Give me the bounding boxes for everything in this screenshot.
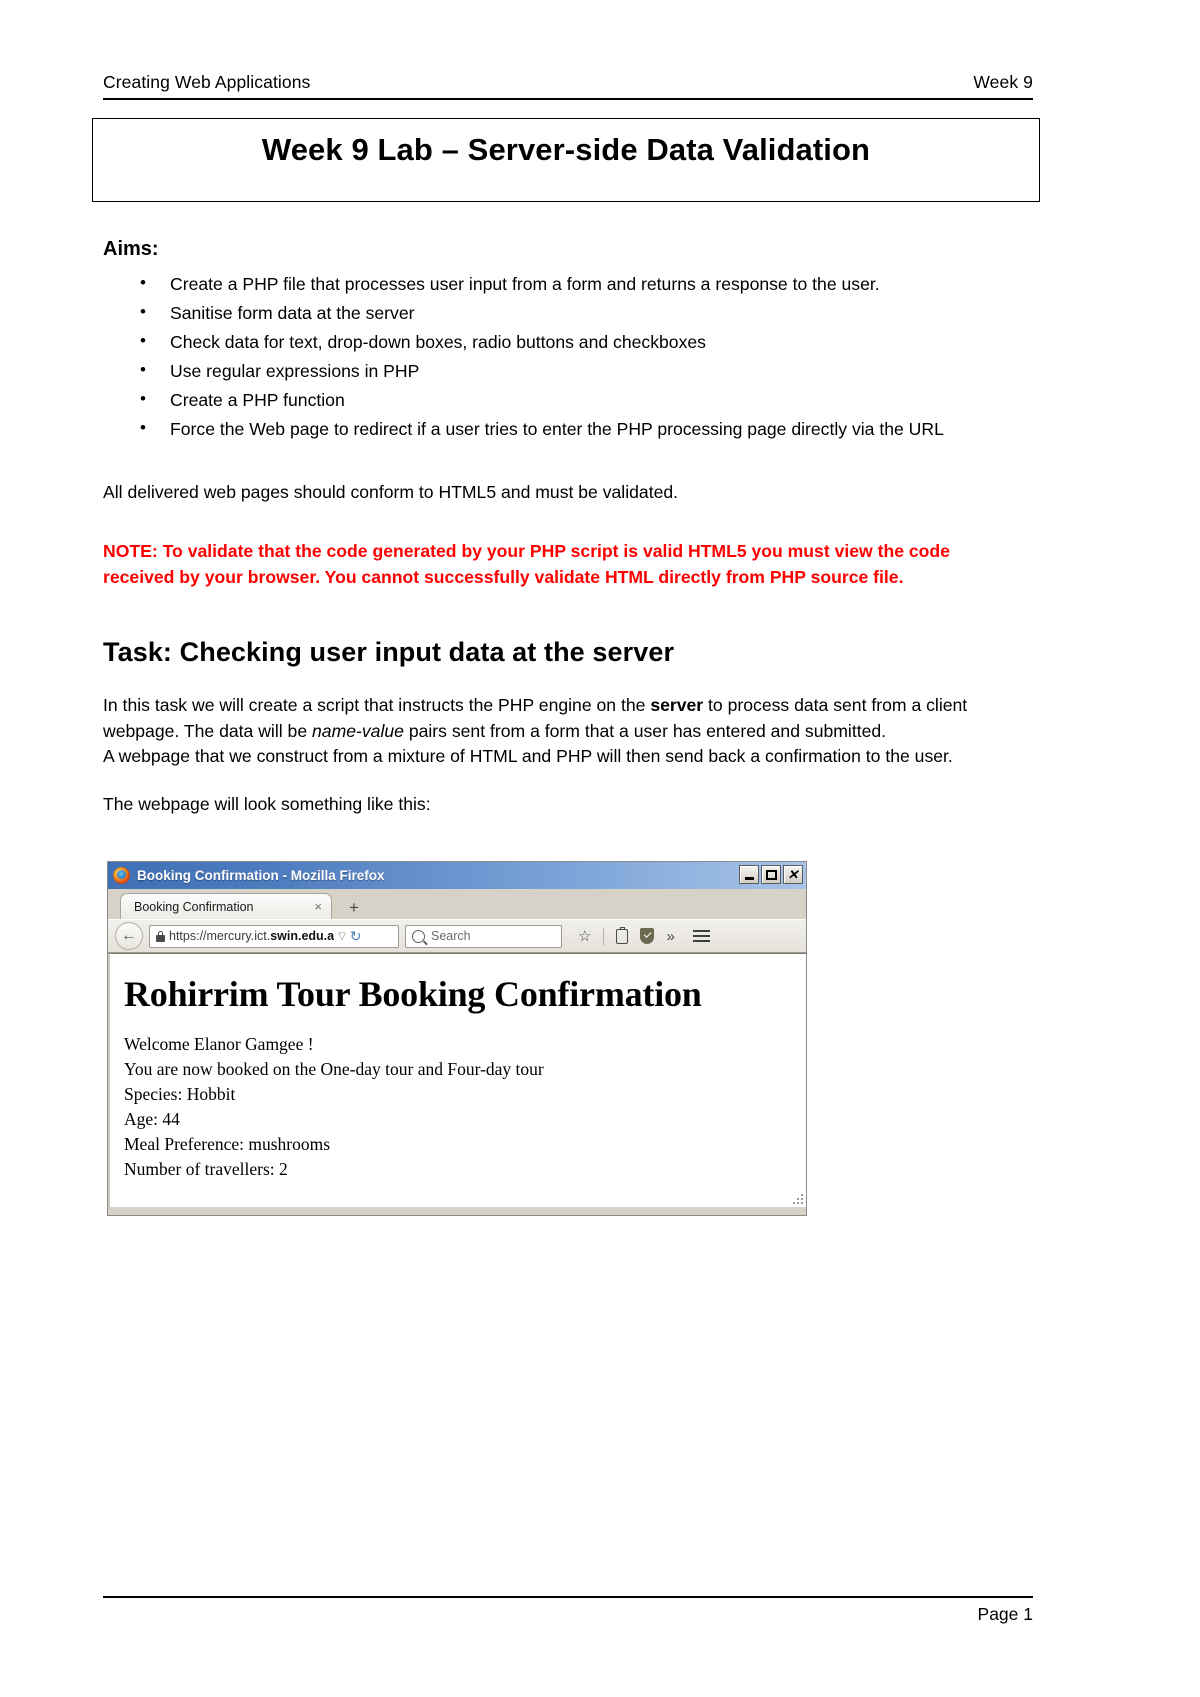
shield-icon[interactable] <box>640 928 655 944</box>
url-suffix: a <box>327 929 335 943</box>
list-item-label: Force the Web page to redirect if a user… <box>170 418 944 439</box>
html5-conformance-note: All delivered web pages should conform t… <box>103 481 679 502</box>
bullet-icon: • <box>140 330 146 350</box>
firefox-logo-icon <box>113 867 130 884</box>
list-item: • Check data for text, drop-down boxes, … <box>103 330 1038 356</box>
minimize-icon <box>744 876 754 880</box>
task-paragraph-2: A webpage that we construct from a mixtu… <box>103 746 953 767</box>
confirmation-line: Welcome Elanor Gamgee ! <box>124 1033 314 1054</box>
tab-booking-confirmation[interactable]: Booking Confirmation × <box>120 893 332 919</box>
page-title: Week 9 Lab – Server-side Data Validation <box>261 132 871 167</box>
lock-icon <box>156 930 165 942</box>
browser-tabstrip: Booking Confirmation × + <box>108 889 806 919</box>
close-icon: ✕ <box>787 867 799 882</box>
aims-heading: Aims: <box>103 238 159 260</box>
document-page: Creating Web Applications Week 9 Week 9 … <box>0 0 1200 1697</box>
confirmation-line: Meal Preference: mushrooms <box>124 1133 331 1154</box>
para1-part-c: pairs sent from a form that a user has e… <box>403 720 887 741</box>
document-running-header: Creating Web Applications Week 9 <box>103 72 1033 100</box>
confirmation-heading: Rohirrim Tour Booking Confirmation <box>124 974 702 1014</box>
url-input[interactable]: https://mercury.ict.swin.edu.a ▽ ↻ <box>149 924 399 948</box>
page-number: Page 1 <box>977 1604 1033 1624</box>
list-item: • Force the Web page to redirect if a us… <box>103 417 1038 443</box>
header-week-label: Week 9 <box>973 72 1033 92</box>
back-button[interactable]: ← <box>115 922 143 950</box>
reload-icon[interactable]: ↻ <box>350 929 362 943</box>
bookmark-star-icon[interactable]: ☆ <box>578 929 591 944</box>
tab-label: Booking Confirmation <box>134 899 254 914</box>
confirmation-line: Species: Hobbit <box>124 1083 236 1104</box>
browser-titlebar: Booking Confirmation - Mozilla Firefox ✕ <box>108 862 806 889</box>
list-item: • Use regular expressions in PHP <box>103 359 1038 385</box>
close-button[interactable]: ✕ <box>783 865 803 884</box>
list-item: • Sanitise form data at the server <box>103 301 1038 327</box>
list-item: • Create a PHP file that processes user … <box>103 272 1038 298</box>
para1-part-a: In this task we will create a script tha… <box>103 695 651 716</box>
tab-close-icon[interactable]: × <box>314 899 322 914</box>
search-input[interactable]: Search <box>405 924 562 948</box>
minimize-button[interactable] <box>739 865 759 884</box>
aims-list: • Create a PHP file that processes user … <box>103 272 1038 443</box>
document-body: Aims: • Create a PHP file that processes… <box>103 236 1038 817</box>
back-arrow-icon: ← <box>121 927 137 944</box>
url-text: https://mercury.ict.swin.edu.a <box>169 929 334 943</box>
header-course-title: Creating Web Applications <box>103 72 311 92</box>
browser-viewport: Rohirrim Tour Booking Confirmation Welco… <box>108 953 806 1207</box>
bullet-icon: • <box>140 388 146 408</box>
window-controls: ✕ <box>739 865 803 884</box>
browser-window-screenshot: Booking Confirmation - Mozilla Firefox ✕… <box>107 861 807 1216</box>
lab-title-box: Week 9 Lab – Server-side Data Validation <box>92 118 1040 202</box>
confirmation-line: You are now booked on the One-day tour a… <box>124 1058 544 1079</box>
chevron-down-icon[interactable]: ▽ <box>338 931 346 942</box>
new-tab-button[interactable]: + <box>349 899 359 916</box>
overflow-chevron-icon[interactable]: » <box>666 929 674 944</box>
maximize-icon <box>765 869 777 880</box>
browser-navigation-toolbar: ← https://mercury.ict.swin.edu.a ▽ ↻ Sea… <box>108 919 806 953</box>
list-item: • Create a PHP function <box>103 388 1038 414</box>
browser-window-title: Booking Confirmation - Mozilla Firefox <box>137 868 385 883</box>
bullet-icon: • <box>140 359 146 379</box>
toolbar-icons: ☆ » <box>578 926 710 945</box>
task-paragraph-1: In this task we will create a script tha… <box>103 693 1038 744</box>
reader-list-icon[interactable] <box>616 926 629 944</box>
confirmation-line: Number of travellers: 2 <box>124 1158 288 1179</box>
list-item-label: Create a PHP function <box>170 389 345 410</box>
search-icon <box>412 929 425 943</box>
list-item-label: Sanitise form data at the server <box>170 302 415 323</box>
task-paragraph-3: The webpage will look something like thi… <box>103 793 431 814</box>
resize-grip[interactable] <box>792 1193 803 1204</box>
bullet-icon: • <box>140 417 146 437</box>
confirmation-line: Age: 44 <box>124 1108 180 1129</box>
list-item-label: Check data for text, drop-down boxes, ra… <box>170 331 706 352</box>
para1-italic-name-value: name-value <box>312 720 404 741</box>
url-prefix: https://mercury.ict. <box>169 929 271 943</box>
validation-note: NOTE: To validate that the code generate… <box>103 541 950 587</box>
menu-hamburger-icon[interactable] <box>692 929 710 943</box>
bullet-icon: • <box>140 301 146 321</box>
list-item-label: Use regular expressions in PHP <box>170 360 420 381</box>
url-domain: swin.edu. <box>270 929 328 943</box>
search-placeholder: Search <box>431 929 471 943</box>
bullet-icon: • <box>140 272 146 292</box>
list-item-label: Create a PHP file that processes user in… <box>170 273 880 294</box>
task-heading: Task: Checking user input data at the se… <box>103 637 675 668</box>
maximize-button[interactable] <box>761 865 781 884</box>
document-footer: Page 1 <box>103 1596 1033 1625</box>
para1-strong-server: server <box>650 695 704 716</box>
toolbar-divider <box>603 927 605 945</box>
